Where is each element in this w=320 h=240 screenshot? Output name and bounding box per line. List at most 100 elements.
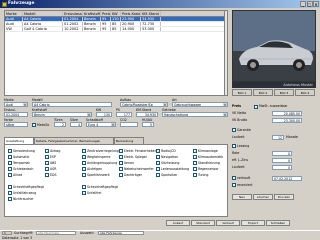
sitze-field[interactable]: 4 (70, 122, 82, 127)
equipment-checkbox[interactable] (45, 160, 50, 166)
vk-netto-field[interactable]: 20.085,00 (272, 110, 302, 116)
verkauft-checkbox[interactable] (232, 176, 237, 181)
equipment-checkbox[interactable] (119, 148, 124, 154)
extra-checkbox[interactable] (8, 196, 12, 201)
equipment-checkbox[interactable] (119, 154, 124, 160)
equipment-checkbox[interactable] (119, 160, 123, 165)
schadstoff-select[interactable]: Euro 4 (86, 122, 116, 127)
equipment-label: Sportfahrwerk (87, 172, 110, 177)
extra-checkbox[interactable] (8, 190, 12, 195)
photo-1-button[interactable]: Bild 1 (232, 89, 252, 96)
equipment-checkbox[interactable] (156, 166, 160, 171)
mwst-checkbox[interactable] (254, 104, 259, 110)
equipment-checkbox[interactable] (82, 154, 87, 160)
schliessen-button[interactable]: Schließen (266, 220, 290, 226)
extra-checkbox[interactable] (8, 184, 12, 189)
equipment-checkbox[interactable] (45, 166, 50, 172)
equipment-checkbox[interactable] (119, 172, 123, 177)
kraftstoff-select[interactable]: Benzin (32, 112, 92, 117)
leasing-checkbox[interactable] (232, 144, 236, 148)
verkauf-button[interactable]: Verkauf (216, 220, 240, 226)
equipment-checkbox[interactable] (193, 154, 198, 160)
column-header[interactable]: KM-Stand (141, 11, 161, 16)
minimize-button[interactable]: _ (300, 1, 306, 7)
column-header[interactable]: KW (111, 11, 121, 16)
tab-ausstattung[interactable]: Ausstattung (4, 137, 34, 144)
equipment-label: Standheizung (198, 160, 220, 165)
equipment-checkbox[interactable] (82, 160, 86, 165)
more-checkbox[interactable] (82, 190, 87, 196)
standard-button[interactable]: Standard (191, 220, 215, 226)
car-image (233, 11, 315, 81)
equipment-checkbox[interactable] (82, 172, 86, 177)
hu-field[interactable]: 5 (142, 122, 154, 127)
equipment-checkbox[interactable] (8, 154, 12, 159)
equipment-checkbox[interactable] (82, 166, 87, 172)
vk-brutto-field[interactable]: 23.300,00 (272, 117, 302, 123)
equipment-checkbox[interactable] (8, 160, 12, 165)
equipment-label: Regensensor (198, 166, 219, 171)
column-header[interactable]: Marke (5, 11, 23, 16)
equipment-checkbox[interactable] (45, 172, 49, 177)
equipment-checkbox[interactable] (119, 166, 123, 171)
farbe-field[interactable]: silber (4, 122, 28, 127)
more-checkbox[interactable] (82, 184, 86, 189)
equipment-checkbox[interactable] (193, 166, 197, 171)
photo-3-button[interactable]: Bild 3 (274, 89, 294, 96)
photo-2-button[interactable]: Bild 2 (253, 89, 273, 96)
new-button[interactable]: Neu (232, 194, 252, 200)
equipment-checkbox[interactable] (193, 148, 198, 154)
equipment-checkbox[interactable] (156, 160, 161, 166)
equipment-checkbox[interactable] (156, 154, 160, 159)
table-cell: 34.930 (141, 17, 161, 21)
equipment-checkbox[interactable] (193, 160, 197, 165)
maximize-button[interactable]: □ (306, 1, 313, 7)
search-input[interactable] (36, 231, 76, 235)
tueren-field[interactable]: 2 (54, 122, 66, 127)
garantie-checkbox[interactable] (232, 128, 237, 133)
vehicle-table: Marke Modell Erstzulassg Kraftstoff Prei… (4, 10, 228, 96)
equipment-label: Alufelgen (87, 166, 103, 171)
equipment-checkbox[interactable] (45, 148, 50, 154)
zins-field[interactable]: 0 (272, 157, 292, 163)
column-header[interactable]: Modell (23, 11, 63, 16)
marke-select[interactable]: Audi (4, 102, 28, 107)
modell-field[interactable]: A4 Cabrio (32, 102, 112, 107)
equipment-checkbox[interactable] (156, 172, 161, 178)
equipment-checkbox[interactable] (156, 148, 161, 154)
equipment-checkbox[interactable] (45, 154, 50, 160)
art-select[interactable]: Gebrauchtwagen (172, 102, 228, 107)
monat-field[interactable]: 0 (272, 164, 292, 170)
erstzul-field[interactable]: 01.2004 (4, 112, 28, 117)
metallic-checkbox[interactable] (32, 122, 37, 128)
delete-button[interactable]: Löschen (253, 194, 273, 200)
extra-label: Nichtraucher (13, 196, 34, 201)
ps-field[interactable]: 177 (116, 112, 132, 117)
filter-select[interactable]: alle Fahrzeuge (98, 231, 144, 235)
print-button[interactable]: Drucken (274, 194, 294, 200)
photo-4-button[interactable]: Bild 4 (295, 89, 315, 96)
equipment-checkbox[interactable] (8, 148, 13, 154)
verkauft-date-field[interactable]: 07.02.2012 (272, 175, 302, 181)
equipment-checkbox[interactable] (82, 148, 87, 154)
km-field[interactable]: 34.930 (136, 112, 158, 117)
aufbau-select[interactable]: Cabrio/Roadster/Sp (120, 102, 168, 107)
equipment-checkbox[interactable] (193, 172, 197, 177)
reserviert-checkbox[interactable] (232, 183, 236, 187)
column-header[interactable]: Kraftstoff (83, 11, 101, 16)
rate-field[interactable]: 0 (272, 150, 292, 156)
column-header[interactable]: Preis Kosten (121, 11, 141, 16)
table-row[interactable]: VW Golf 4 Cabrio 10.2002 Benzin 95 85 14… (5, 27, 227, 32)
equipment-checkbox[interactable] (8, 172, 12, 177)
ankauf-button[interactable]: Ankauf (166, 220, 190, 226)
export-button[interactable]: Export (241, 220, 265, 226)
laufzeit-field[interactable]: 12 (272, 134, 284, 140)
kw-field[interactable]: 130 (96, 112, 112, 117)
co2-field[interactable] (120, 122, 138, 127)
close-button[interactable]: × (313, 1, 319, 7)
getriebe-select[interactable]: Handschaltung (162, 112, 228, 117)
equipment-checkbox[interactable] (8, 166, 12, 171)
column-header[interactable]: Erstzulassg (63, 11, 83, 16)
column-header[interactable]: Preis (101, 11, 111, 16)
table-scrollbar[interactable] (224, 10, 228, 96)
